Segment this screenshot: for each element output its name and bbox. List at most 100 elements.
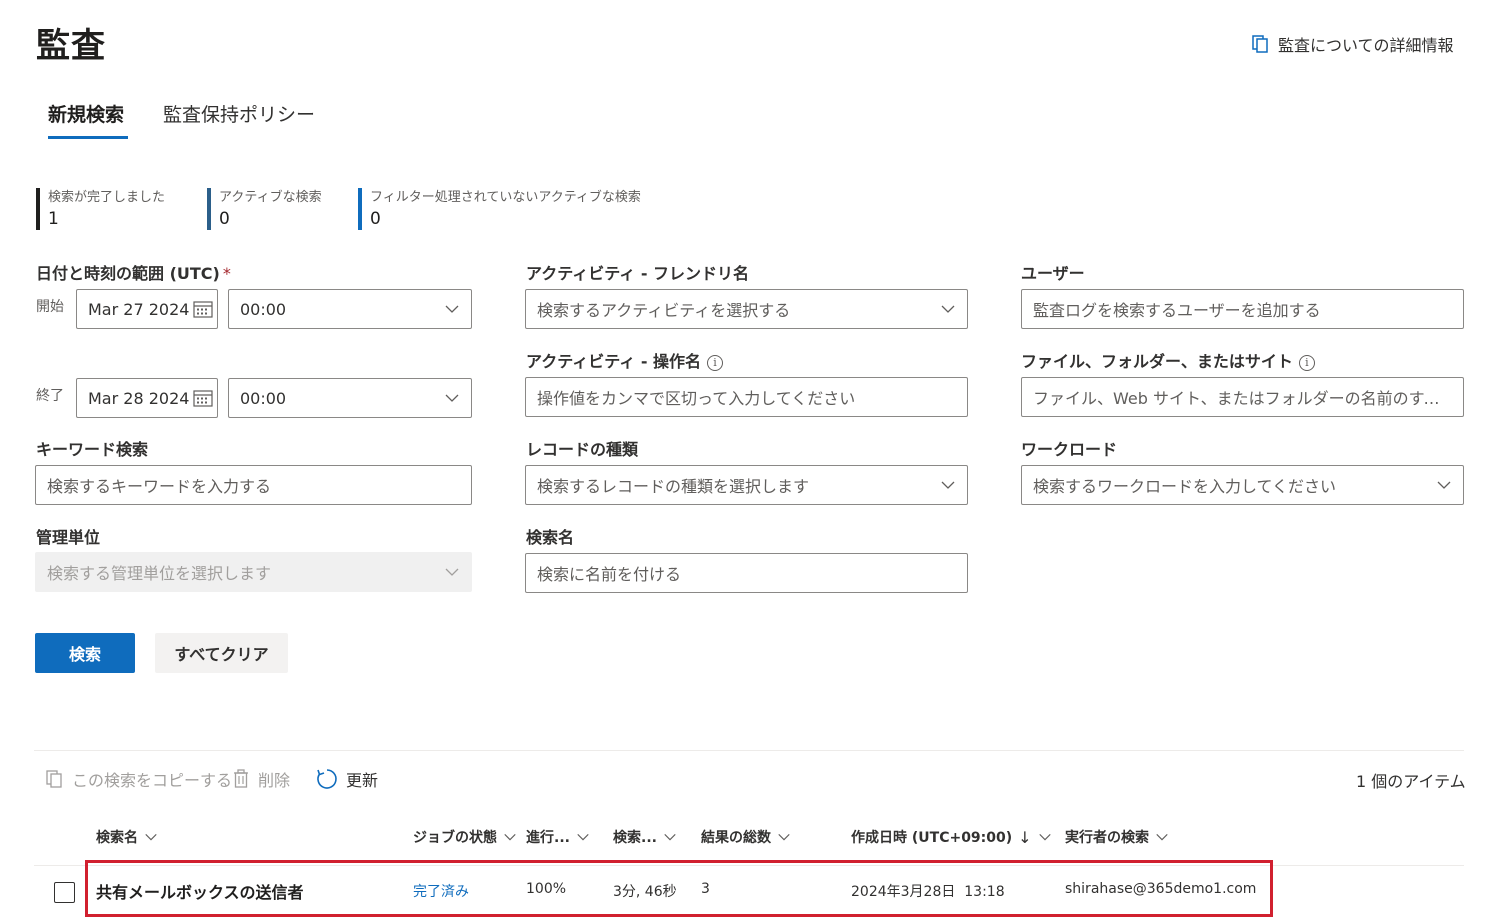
chevron-down-icon xyxy=(577,833,589,841)
refresh-label: 更新 xyxy=(346,771,379,790)
activity-friendly-label: アクティビティ - フレンドリ名 xyxy=(526,264,750,283)
stat-active: アクティブな検索 0 xyxy=(207,186,322,230)
chevron-down-icon xyxy=(664,833,676,841)
learn-more-label: 監査についての詳細情報 xyxy=(1278,36,1454,55)
activity-friendly-placeholder: 検索するアクティビティを選択する xyxy=(537,301,791,320)
stat-label: フィルター処理されていないアクティブな検索 xyxy=(370,190,641,205)
keyword-input[interactable]: 検索するキーワードを入力する xyxy=(35,465,472,505)
page-title: 監査 xyxy=(36,26,106,66)
start-date-value: Mar 27 2024 xyxy=(88,299,190,319)
chevron-down-icon xyxy=(145,833,157,841)
start-time-value: 00:00 xyxy=(240,299,287,319)
stat-value: 1 xyxy=(48,209,59,229)
start-date-input[interactable]: Mar 27 2024 xyxy=(76,289,218,329)
clear-all-button[interactable]: すべてクリア xyxy=(155,633,288,673)
delete-button[interactable]: 削除 xyxy=(232,767,290,791)
trash-icon xyxy=(234,769,248,788)
column-header-search-name[interactable]: 検索名 xyxy=(96,827,158,847)
files-input[interactable]: ファイル、Web サイト、またはフォルダーの名前のすべてまたは... xyxy=(1021,377,1464,417)
workload-dropdown[interactable]: 検索するワークロードを入力してください xyxy=(1021,465,1464,505)
users-input[interactable]: 監査ログを検索するユーザーを追加する xyxy=(1021,289,1464,329)
refresh-icon xyxy=(317,769,337,789)
chevron-down-icon xyxy=(504,833,516,841)
tab-selected-indicator xyxy=(48,136,128,139)
end-date-input[interactable]: Mar 28 2024 xyxy=(76,378,218,418)
start-time-dropdown[interactable]: 00:00 xyxy=(228,289,472,329)
files-placeholder: ファイル、Web サイト、またはフォルダーの名前のすべてまたは... xyxy=(1033,389,1452,408)
stat-unfiltered-active: フィルター処理されていないアクティブな検索 0 xyxy=(358,186,641,230)
end-time-dropdown[interactable]: 00:00 xyxy=(228,378,472,418)
chevron-down-icon xyxy=(941,481,955,489)
row-checkbox[interactable] xyxy=(54,882,75,903)
info-icon[interactable]: i xyxy=(1298,355,1315,371)
column-header-run-by[interactable]: 実行者の検索 xyxy=(1065,827,1169,847)
section-divider xyxy=(34,750,1464,751)
chevron-down-icon xyxy=(445,568,459,576)
column-header-search-time[interactable]: 検索... xyxy=(613,827,677,847)
stat-bar xyxy=(207,188,211,230)
start-label: 開始 xyxy=(36,299,64,315)
record-type-dropdown[interactable]: 検索するレコードの種類を選択します xyxy=(525,465,968,505)
search-name-input[interactable]: 検索に名前を付ける xyxy=(525,553,968,593)
date-range-label: 日付と時刻の範囲 (UTC) * xyxy=(36,260,231,284)
keyword-placeholder: 検索するキーワードを入力する xyxy=(47,477,272,496)
users-placeholder: 監査ログを検索するユーザーを追加する xyxy=(1033,301,1321,320)
record-type-placeholder: 検索するレコードの種類を選択します xyxy=(537,477,810,496)
chevron-down-icon xyxy=(445,394,459,402)
files-label: ファイル、フォルダー、またはサイト i xyxy=(1021,348,1315,372)
column-header-label: 実行者の検索 xyxy=(1065,830,1149,846)
column-header-label: 進行... xyxy=(526,830,570,846)
end-label: 終了 xyxy=(36,388,64,404)
files-label-text: ファイル、フォルダー、またはサイト xyxy=(1021,352,1293,371)
chevron-down-icon xyxy=(445,305,459,313)
activity-friendly-dropdown[interactable]: 検索するアクティビティを選択する xyxy=(525,289,968,329)
activity-operation-input[interactable]: 操作値をカンマで区切って入力してください xyxy=(525,377,968,417)
chevron-down-icon xyxy=(1437,481,1451,489)
record-type-label: レコードの種類 xyxy=(526,440,639,459)
chevron-down-icon xyxy=(941,305,955,313)
chevron-down-icon xyxy=(1156,833,1168,841)
copy-icon xyxy=(46,770,62,788)
stat-value: 0 xyxy=(370,209,381,229)
stat-completed: 検索が完了しました 1 xyxy=(36,186,165,230)
refresh-button[interactable]: 更新 xyxy=(316,767,378,791)
delete-label: 削除 xyxy=(258,771,291,790)
date-range-label-text: 日付と時刻の範囲 (UTC) xyxy=(36,264,220,283)
copy-search-button[interactable]: この検索をコピーする xyxy=(44,767,232,791)
calendar-icon[interactable] xyxy=(193,300,214,318)
end-time-value: 00:00 xyxy=(240,388,287,408)
info-icon[interactable]: i xyxy=(707,355,724,371)
activity-operation-placeholder: 操作値をカンマで区切って入力してください xyxy=(537,389,856,408)
highlight-box xyxy=(85,860,1273,917)
item-count: 1 個のアイテム xyxy=(1356,772,1466,791)
document-icon xyxy=(1252,35,1268,53)
search-button[interactable]: 検索 xyxy=(35,633,135,673)
column-header-created[interactable]: 作成日時 (UTC+09:00) ↓ xyxy=(851,827,1052,847)
column-header-job-status[interactable]: ジョブの状態 xyxy=(413,827,517,847)
workload-placeholder: 検索するワークロードを入力してください xyxy=(1033,477,1337,496)
column-header-label: 検索名 xyxy=(96,830,138,846)
calendar-icon[interactable] xyxy=(193,389,214,407)
column-header-label: ジョブの状態 xyxy=(413,830,497,846)
stat-bar xyxy=(36,188,40,230)
users-label: ユーザー xyxy=(1021,264,1085,283)
search-name-label: 検索名 xyxy=(526,528,575,547)
activity-operation-label: アクティビティ - 操作名 i xyxy=(526,348,724,372)
stat-label: アクティブな検索 xyxy=(219,190,322,205)
column-header-progress[interactable]: 進行... xyxy=(526,827,590,847)
stat-value: 0 xyxy=(219,209,230,229)
required-mark: * xyxy=(222,264,231,283)
column-header-label: 結果の総数 xyxy=(701,830,771,846)
admin-unit-dropdown: 検索する管理単位を選択します xyxy=(35,552,472,592)
admin-unit-label: 管理単位 xyxy=(36,528,101,547)
chevron-down-icon xyxy=(1038,833,1051,841)
search-name-placeholder: 検索に名前を付ける xyxy=(537,565,682,584)
activity-operation-label-text: アクティビティ - 操作名 xyxy=(526,352,702,371)
column-header-total-results[interactable]: 結果の総数 xyxy=(701,827,791,847)
column-header-label: 作成日時 (UTC+09:00) xyxy=(851,830,1013,846)
tab-retention-policy[interactable]: 監査保持ポリシー xyxy=(163,100,315,127)
end-date-value: Mar 28 2024 xyxy=(88,388,190,408)
tab-new-search[interactable]: 新規検索 xyxy=(48,100,124,127)
learn-more-link[interactable]: 監査についての詳細情報 xyxy=(1250,32,1454,56)
stat-bar xyxy=(358,188,362,230)
